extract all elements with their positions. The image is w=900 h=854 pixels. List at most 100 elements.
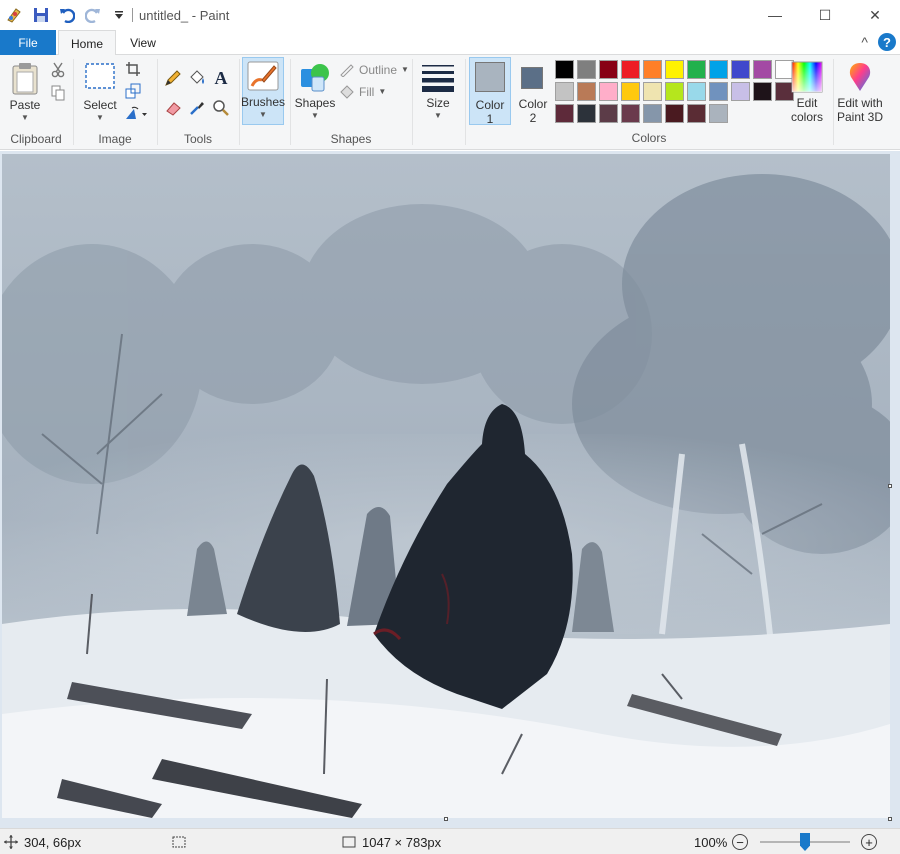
copy-icon[interactable]: [49, 84, 67, 102]
title-bar: untitled_ - Paint — ☐ ✕: [0, 0, 900, 30]
clipboard-group: Paste ▼ Clipboard: [0, 57, 72, 148]
palette-swatch[interactable]: [731, 82, 750, 101]
cut-icon[interactable]: [49, 61, 67, 79]
close-button[interactable]: ✕: [850, 0, 900, 30]
resize-handle-corner[interactable]: [888, 817, 892, 821]
fill-button[interactable]: Fill ▼: [339, 85, 386, 99]
color1-button[interactable]: Color 1: [469, 57, 511, 126]
zoom-in-button[interactable]: +: [861, 829, 877, 854]
resize-icon[interactable]: [124, 82, 142, 100]
maximize-button[interactable]: ☐: [800, 0, 850, 30]
selection-size-icon: [172, 836, 186, 848]
color2-button[interactable]: Color 2: [513, 57, 553, 125]
color1-label: Color 1: [470, 98, 510, 126]
tools-group: A Tools: [158, 57, 238, 148]
redo-icon[interactable]: [84, 6, 102, 24]
zoom-out-icon: −: [732, 834, 748, 850]
palette-swatch[interactable]: [555, 104, 574, 123]
palette-swatch[interactable]: [643, 104, 662, 123]
window-title: untitled_ - Paint: [139, 7, 230, 23]
palette-swatch[interactable]: [577, 104, 596, 123]
size-button[interactable]: Size ▼: [418, 61, 458, 120]
shapes-dropdown-icon[interactable]: ▼: [311, 112, 319, 120]
palette-swatch[interactable]: [643, 82, 662, 101]
palette-swatch[interactable]: [621, 104, 640, 123]
zoom-slider-thumb[interactable]: [800, 833, 810, 851]
palette-swatch[interactable]: [731, 60, 750, 79]
select-icon: [85, 63, 115, 89]
zoom-out-button[interactable]: −: [732, 829, 748, 854]
collapse-ribbon-icon[interactable]: ^: [861, 34, 868, 50]
ribbon: Paste ▼ Clipboard Select ▼ Image A Tools…: [0, 55, 900, 150]
tab-file[interactable]: File: [0, 30, 56, 55]
palette-swatch[interactable]: [577, 82, 596, 101]
help-button[interactable]: ?: [878, 33, 896, 51]
move-cursor-icon: [4, 835, 18, 849]
customize-toolbar-icon[interactable]: [110, 6, 128, 24]
image-group-label: Image: [98, 132, 132, 146]
palette-swatch[interactable]: [665, 82, 684, 101]
brushes-button[interactable]: Brushes ▼: [241, 57, 285, 125]
rotate-icon[interactable]: [124, 104, 148, 122]
drawing-canvas[interactable]: [2, 154, 890, 818]
colors-group-label: Colors: [631, 131, 667, 145]
palette-swatch[interactable]: [577, 60, 596, 79]
shapes-button[interactable]: Shapes ▼: [295, 61, 335, 120]
edit-colors-label-line2: colors: [790, 110, 823, 124]
palette-swatch[interactable]: [709, 104, 728, 123]
palette-swatch[interactable]: [753, 82, 772, 101]
palette-swatch[interactable]: [599, 60, 618, 79]
palette-swatch[interactable]: [665, 60, 684, 79]
palette-swatch[interactable]: [709, 82, 728, 101]
size-label: Size: [426, 96, 450, 110]
palette-swatch[interactable]: [621, 60, 640, 79]
palette-swatch[interactable]: [687, 82, 706, 101]
paste-icon: [12, 63, 38, 95]
minimize-button[interactable]: —: [750, 0, 800, 30]
edit-with-paint3d-button[interactable]: Edit with Paint 3D: [836, 61, 884, 124]
palette-swatch[interactable]: [599, 104, 618, 123]
undo-icon[interactable]: [58, 6, 76, 24]
text-tool-icon[interactable]: A: [212, 68, 230, 88]
palette-swatch[interactable]: [665, 104, 684, 123]
ribbon-tab-tools: ^ ?: [861, 33, 896, 51]
color-picker-icon[interactable]: [188, 99, 206, 117]
save-icon[interactable]: [32, 6, 50, 24]
magnifier-icon[interactable]: [212, 99, 230, 117]
quick-access-toolbar: [0, 0, 128, 30]
palette-swatch[interactable]: [555, 60, 574, 79]
palette-swatch[interactable]: [599, 82, 618, 101]
palette-swatch[interactable]: [709, 60, 728, 79]
paste-dropdown-icon[interactable]: ▼: [21, 114, 29, 122]
cursor-position: 304, 66px: [4, 829, 81, 854]
paint3d-icon: [849, 63, 871, 91]
eraser-icon[interactable]: [164, 99, 182, 117]
palette-swatch[interactable]: [753, 60, 772, 79]
zoom-level: 100%: [694, 829, 727, 854]
palette-swatch[interactable]: [555, 82, 574, 101]
select-dropdown-icon[interactable]: ▼: [96, 114, 104, 122]
edit-colors-button[interactable]: Edit colors: [785, 61, 829, 124]
ribbon-tabs: File Home View ^ ?: [0, 30, 900, 56]
select-button[interactable]: Select ▼: [80, 61, 120, 122]
resize-handle-right[interactable]: [888, 484, 892, 488]
palette-swatch[interactable]: [687, 104, 706, 123]
fill-bucket-icon[interactable]: [188, 69, 206, 87]
shapes-label: Shapes: [294, 96, 336, 110]
select-label: Select: [83, 98, 117, 112]
paste-button[interactable]: Paste ▼: [6, 61, 44, 122]
palette-swatch[interactable]: [687, 60, 706, 79]
color1-swatch: [475, 62, 505, 92]
paint-app-icon[interactable]: [6, 6, 24, 24]
outline-button[interactable]: Outline ▼: [339, 63, 409, 77]
palette-swatch[interactable]: [621, 82, 640, 101]
crop-icon[interactable]: [124, 60, 142, 78]
zoom-level-text: 100%: [694, 834, 728, 850]
edit-colors-label-line1: Edit: [796, 96, 818, 110]
resize-handle-bottom[interactable]: [444, 817, 448, 821]
group-divider: [239, 59, 240, 145]
palette-swatch[interactable]: [643, 60, 662, 79]
pencil-icon[interactable]: [164, 69, 182, 87]
tab-home[interactable]: Home: [58, 30, 116, 56]
tab-view[interactable]: View: [118, 30, 168, 55]
